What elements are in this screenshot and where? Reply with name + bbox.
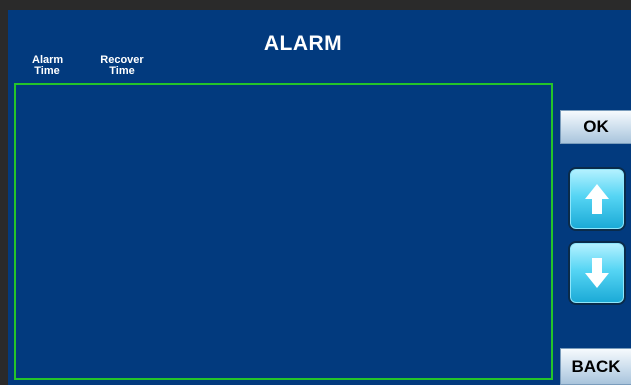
alarm-screen: ALARM Alarm Time Recover Time OK BACK <box>8 10 631 385</box>
scroll-down-button[interactable] <box>568 241 626 305</box>
column-header-recover-time: Recover Time <box>98 55 146 77</box>
page-title: ALARM <box>263 32 343 55</box>
scroll-up-button[interactable] <box>568 167 626 231</box>
column-header-recover-time-line2: Time <box>109 65 135 77</box>
ok-button[interactable]: OK <box>560 110 631 144</box>
arrow-down-icon <box>585 258 609 288</box>
column-header-alarm-time: Alarm Time <box>32 55 63 77</box>
back-button[interactable]: BACK <box>560 348 631 385</box>
column-header-alarm-time-line2: Time <box>34 65 60 77</box>
alarm-list[interactable] <box>14 83 553 380</box>
arrow-up-icon <box>585 184 609 214</box>
